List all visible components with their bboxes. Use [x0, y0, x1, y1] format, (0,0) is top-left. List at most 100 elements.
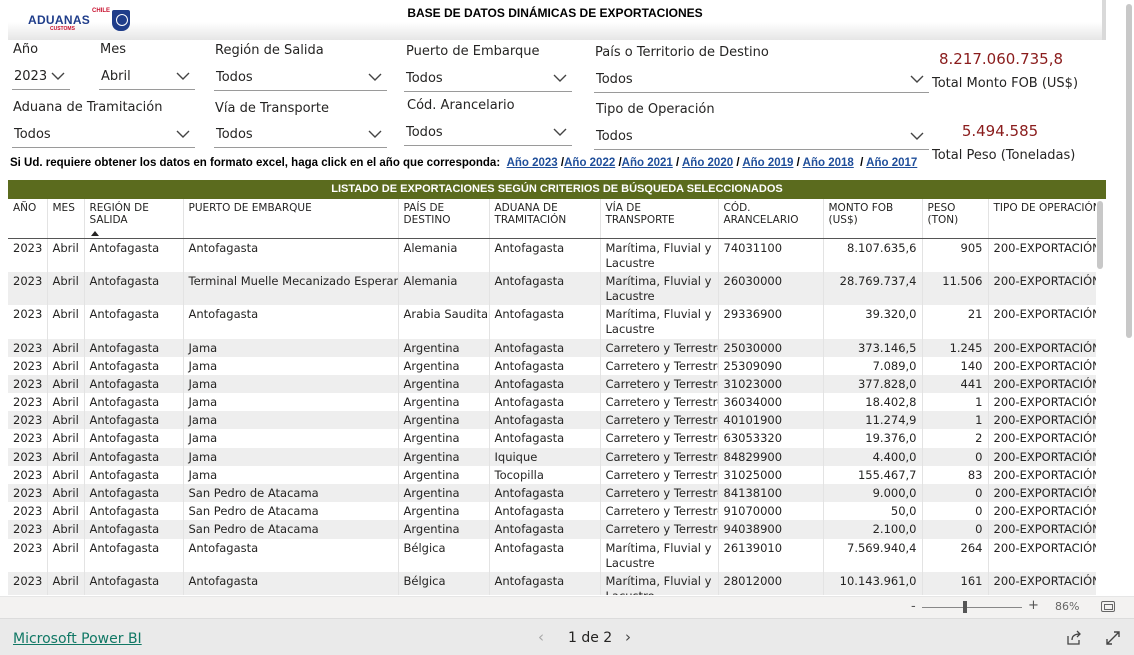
year-link-2023[interactable]: Año 2023 — [507, 157, 558, 169]
filter-region-dropdown[interactable]: Todos — [214, 67, 387, 91]
year-link-2017[interactable]: Año 2017 — [866, 157, 917, 169]
table-row[interactable]: 2023 Abril Antofagasta Jama Argentina Antofag… — [8, 411, 1096, 430]
table-row[interactable]: 2023 Abril Antofagasta Antofagasta Bélgica An… — [8, 572, 1096, 595]
table-cell: Abril — [46, 429, 84, 448]
table-cell: Jama — [182, 429, 398, 448]
table-cell: 91070000 — [717, 502, 823, 521]
table-cell: 39.320,0 — [822, 305, 922, 339]
table-row[interactable]: 2023 Abril Antofagasta Jama Argentina Antofag… — [8, 338, 1096, 357]
table-cell: Antofagasta — [83, 520, 183, 539]
report-canvas: CHILE ADUANAS CUSTOMS BASE DE DATOS DINÁ… — [0, 0, 1134, 655]
chevron-down-icon — [368, 130, 382, 138]
column-header[interactable]: CÓD. ARANCELARIO — [717, 199, 823, 239]
table-cell: 11.506 — [921, 271, 988, 305]
filter-via-dropdown[interactable]: Todos — [214, 124, 387, 148]
zoom-slider[interactable] — [922, 607, 1022, 608]
zoom-slider-thumb[interactable] — [963, 601, 967, 613]
chevron-down-icon — [910, 132, 924, 140]
table-cell: 50,0 — [822, 502, 922, 521]
table-cell: Antofagasta — [488, 572, 600, 595]
table-cell: Antofagasta — [83, 393, 183, 412]
table-row[interactable]: 2023 Abril Antofagasta Jama Argentina Antofag… — [8, 374, 1096, 394]
table-cell: 21 — [921, 305, 988, 339]
filter-puerto-dropdown[interactable]: Todos — [404, 68, 572, 92]
table-row[interactable]: 2023 Abril Antofagasta Antofagasta Arabia Sa… — [8, 305, 1096, 339]
year-link-2021[interactable]: Año 2021 — [622, 157, 673, 169]
year-link-2020[interactable]: Año 2020 — [682, 157, 733, 169]
table-row[interactable]: 2023 Abril Antofagasta San Pedro de Atacama… — [8, 484, 1096, 503]
column-header[interactable]: VÍA DE TRANSPORTE — [599, 199, 718, 239]
filter-aduana-dropdown[interactable]: Todos — [12, 124, 195, 148]
table-cell: Bélgica — [397, 572, 489, 595]
table-row[interactable]: 2023 Abril Antofagasta San Pedro de Atacama… — [8, 520, 1096, 539]
table-scrollbar[interactable] — [1097, 201, 1103, 269]
previous-page-button[interactable]: ‹ — [538, 628, 544, 646]
fullscreen-icon[interactable] — [1105, 630, 1121, 646]
year-link-2022[interactable]: Año 2022 — [564, 157, 615, 169]
table-row[interactable]: 2023 Abril Antofagasta Antofagasta Alemania A… — [8, 238, 1096, 272]
table-cell: Antofagasta — [83, 538, 183, 573]
table-cell: Antofagasta — [182, 572, 398, 595]
page-scrollbar[interactable] — [1126, 4, 1132, 338]
column-header[interactable]: PESO (TON) — [921, 199, 988, 239]
year-link-2018[interactable]: Año 2018 — [803, 157, 854, 169]
logo-customs-text: CUSTOMS — [50, 26, 75, 32]
table-cell: 84138100 — [717, 484, 823, 503]
filter-aduana-label: Aduana de Tramitación — [13, 100, 163, 115]
table-row[interactable]: 2023 Abril Antofagasta Jama Argentina Tocopil… — [8, 465, 1096, 484]
column-header[interactable]: PAÍS DE DESTINO — [397, 199, 489, 239]
zoom-in-button[interactable]: + — [1028, 598, 1039, 613]
filter-arancel-dropdown[interactable]: Todos — [404, 122, 572, 146]
table-cell: Argentina — [397, 465, 489, 484]
table-cell: 2.100,0 — [822, 520, 922, 539]
next-page-button[interactable]: › — [625, 628, 631, 646]
column-header[interactable]: MES — [46, 199, 84, 239]
table-row[interactable]: 2023 Abril Antofagasta Jama Argentina Antofag… — [8, 429, 1096, 448]
table-cell: 2023 — [8, 411, 47, 430]
table-cell: Jama — [182, 447, 398, 466]
share-icon[interactable] — [1066, 630, 1082, 646]
table-cell: 2023 — [13, 307, 43, 321]
table-cell: Alemania — [397, 238, 489, 272]
table-cell: 200-EXPORTACIÓN NORMAL — [987, 538, 1096, 573]
table-cell: 84829900 — [717, 447, 823, 466]
zoom-out-button[interactable]: - — [911, 599, 916, 614]
table-cell: 200-EXPORTACIÓN NORMAL — [987, 429, 1096, 448]
table-row[interactable]: 2023 Abril Antofagasta Jama Argentina Antofag… — [8, 393, 1096, 412]
filter-aduana-value: Todos — [14, 127, 51, 142]
fit-to-page-icon[interactable] — [1101, 601, 1115, 612]
column-header[interactable]: TIPO DE OPERACIÓN — [987, 199, 1096, 239]
table-cell: Marítima, Fluvial y Lacustre — [599, 572, 718, 595]
table-cell: Antofagasta — [83, 447, 183, 466]
column-header[interactable]: REGIÓN DE SALIDA — [83, 199, 183, 239]
filter-anio-dropdown[interactable]: 2023 — [12, 66, 70, 90]
table-cell: 1 — [921, 393, 988, 412]
table-row[interactable]: 2023 Abril Antofagasta Jama Argentina Antofag… — [8, 356, 1096, 375]
table-row[interactable]: 2023 Abril Antofagasta San Pedro de Atacama… — [8, 502, 1096, 521]
table-cell: 200-EXPORTACIÓN NORMAL — [987, 520, 1096, 539]
chevron-down-icon — [553, 128, 567, 136]
column-header[interactable]: PUERTO DE EMBARQUE — [182, 199, 398, 239]
footer: Microsoft Power BI ‹ 1 de 2 › — [0, 618, 1134, 655]
table-row[interactable]: 2023 Abril Antofagasta Antofagasta Bélgica An… — [8, 538, 1096, 573]
table-cell: Carretero y Terrestre — [599, 520, 718, 539]
power-bi-link[interactable]: Microsoft Power BI — [13, 631, 142, 647]
table-cell: Argentina — [397, 393, 489, 412]
chevron-down-icon — [368, 73, 382, 81]
table-row[interactable]: 2023 Abril Antofagasta Terminal Muelle Meca… — [8, 271, 1096, 305]
table-body: 2023 Abril Antofagasta Antofagasta Alemania A… — [8, 238, 1096, 595]
column-header[interactable]: ADUANA DE TRAMITACIÓN — [488, 199, 600, 239]
table-cell: Abril — [46, 465, 84, 484]
column-header[interactable]: AÑO — [8, 199, 47, 239]
table-row[interactable]: 2023 Abril Antofagasta Jama Argentina Iquique… — [8, 447, 1096, 466]
filter-tipo-dropdown[interactable]: Todos — [594, 126, 929, 150]
table-cell: 2023 — [13, 540, 43, 555]
year-link-2019[interactable]: Año 2019 — [742, 157, 793, 169]
column-header[interactable]: MONTO FOB (US$) — [822, 199, 922, 239]
filter-mes-dropdown[interactable]: Abril — [99, 66, 195, 90]
table-cell: 26139010 — [717, 538, 823, 573]
exports-table-container[interactable]: AÑO MES REGIÓN DE SALIDA PUERTO DE EMBARQUE… — [8, 199, 1096, 595]
table-cell: 28012000 — [717, 572, 823, 595]
filter-pais-dropdown[interactable]: Todos — [594, 69, 929, 93]
table-cell: Antofagasta — [488, 502, 600, 521]
